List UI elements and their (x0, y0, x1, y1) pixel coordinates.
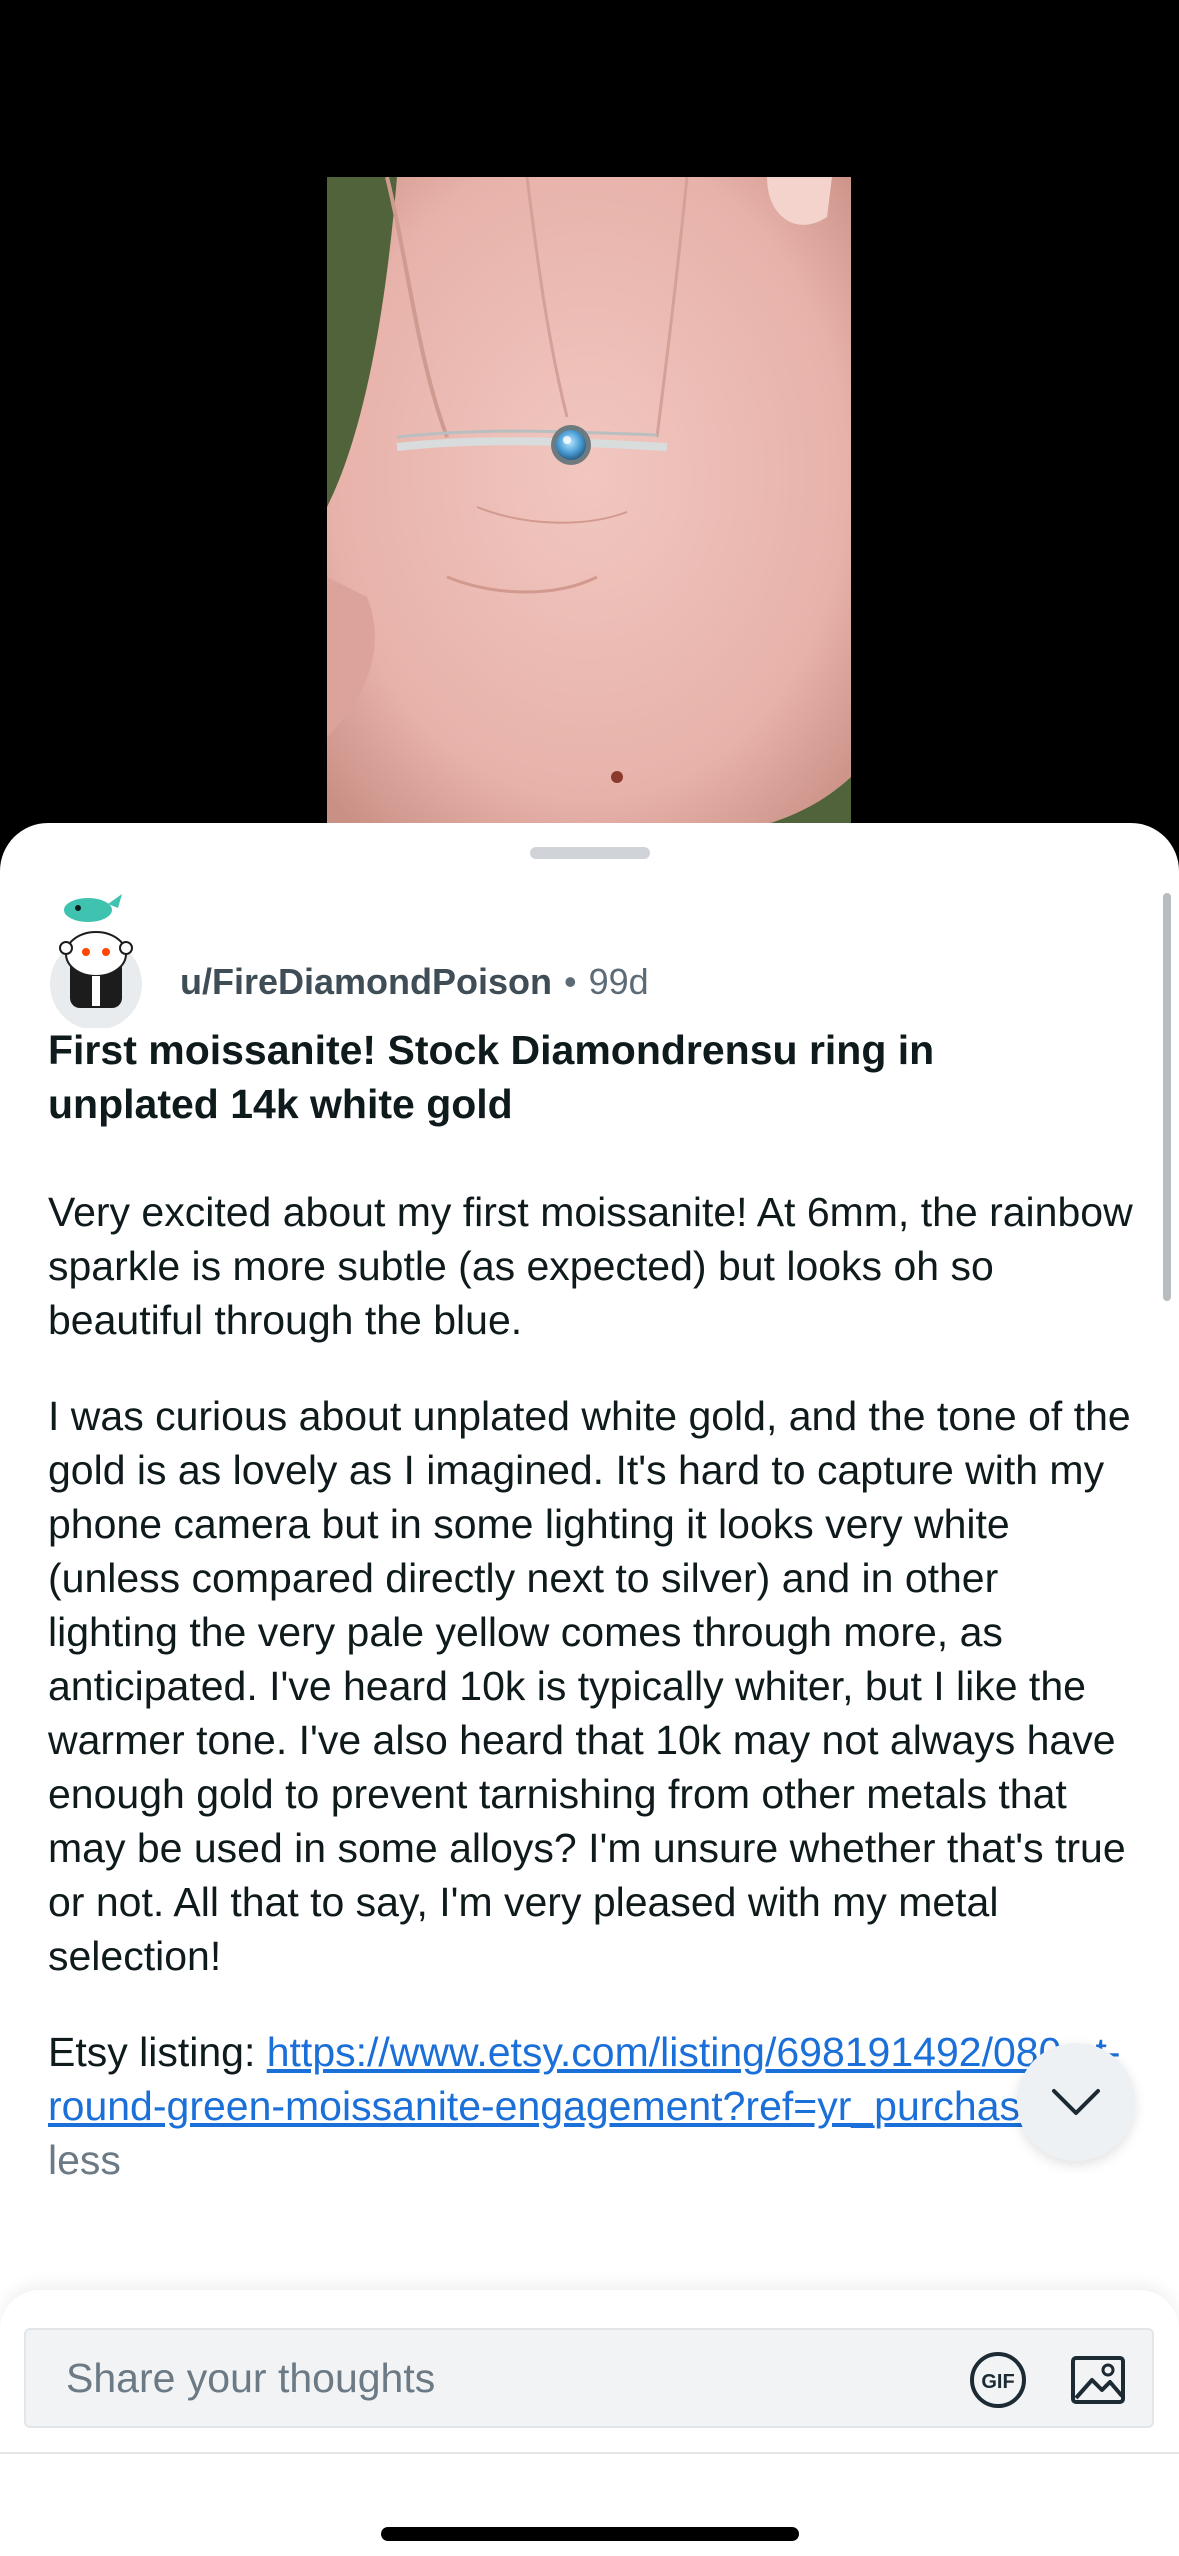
author-row: u/FireDiamondPoison • 99d (48, 888, 649, 1030)
post-age: 99d (588, 961, 649, 1002)
snoo-avatar-icon (50, 894, 142, 1030)
gif-button[interactable]: GIF (968, 2350, 1028, 2410)
image-button[interactable] (1068, 2348, 1128, 2408)
less-toggle[interactable]: less (48, 2137, 121, 2183)
chevron-down-icon (1052, 2089, 1100, 2115)
image-icon (1071, 2356, 1125, 2404)
meta-separator: • (564, 961, 577, 1002)
screen: u/FireDiamondPoison • 99d First moissani… (0, 0, 1179, 2556)
post-body-paragraph-1: Very excited about my first moissanite! … (48, 1189, 1133, 1343)
sheet-grabber[interactable] (530, 847, 650, 859)
gif-label: GIF (981, 2371, 1014, 2393)
avatar[interactable] (48, 888, 144, 1030)
author-username[interactable]: u/FireDiamondPoison (180, 961, 552, 1003)
scroll-down-button[interactable] (1017, 2043, 1135, 2161)
post-title: First moissanite! Stock Diamondrensu rin… (48, 1027, 935, 1127)
composer-divider (0, 2452, 1179, 2454)
post-body: Very excited about my first moissanite! … (48, 1185, 1138, 2229)
comment-input[interactable] (64, 2332, 948, 2424)
etsy-label: Etsy listing: (48, 2029, 267, 2075)
ring-photo (327, 177, 851, 837)
home-indicator[interactable] (381, 2527, 799, 2541)
post-image[interactable] (327, 177, 851, 837)
scrollbar[interactable] (1163, 893, 1171, 1301)
comment-input-container[interactable]: GIF (24, 2328, 1154, 2428)
post-body-paragraph-2: I was curious about unplated white gold,… (48, 1393, 1131, 1979)
comment-composer: GIF (0, 2290, 1179, 2556)
gif-icon: GIF (970, 2352, 1026, 2408)
post-body-paragraph-3: Etsy listing: https://www.etsy.com/listi… (48, 2025, 1138, 2187)
